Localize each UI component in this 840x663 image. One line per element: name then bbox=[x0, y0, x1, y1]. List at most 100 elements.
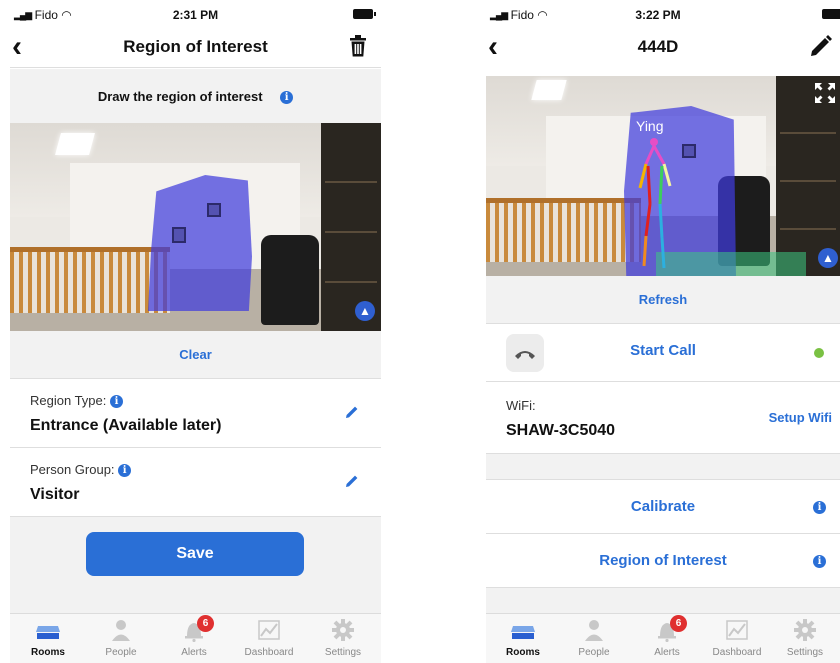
person-group-label: Person Group: bbox=[30, 462, 115, 477]
wall-frame bbox=[682, 144, 696, 158]
railing-top bbox=[10, 247, 170, 252]
status-dot bbox=[814, 348, 824, 358]
info-icon[interactable]: i bbox=[280, 91, 294, 105]
ceiling-light bbox=[55, 133, 95, 155]
tab-label: Settings bbox=[324, 647, 362, 658]
rooms-icon bbox=[509, 618, 537, 642]
region-type-field-label: Region Type: i bbox=[30, 393, 123, 409]
stair-railing bbox=[10, 251, 170, 313]
person-group-value: Visitor bbox=[30, 486, 80, 503]
navigation-bar: ‹ 444D bbox=[486, 28, 840, 68]
tab-label: Dashboard bbox=[712, 647, 762, 658]
calibrate-button: Calibrate bbox=[630, 498, 696, 515]
info-icon[interactable]: i bbox=[813, 501, 826, 514]
tab-rooms[interactable]: Rooms bbox=[488, 618, 558, 658]
railing-top bbox=[486, 198, 641, 203]
tab-dashboard[interactable]: Dashboard bbox=[702, 618, 772, 658]
clear-button[interactable]: Clear bbox=[10, 347, 381, 362]
section-spacer bbox=[486, 588, 840, 613]
tab-bar: Rooms People 6 Alerts Dashboard Settings bbox=[486, 613, 840, 663]
tab-rooms[interactable]: Rooms bbox=[13, 618, 83, 658]
region-of-interest-row[interactable]: Region of Interest i bbox=[486, 534, 840, 588]
tab-dashboard[interactable]: Dashboard bbox=[234, 618, 304, 658]
start-call-button: Start Call bbox=[630, 342, 696, 359]
camera-view[interactable]: ▲ bbox=[10, 123, 381, 331]
refresh-button[interactable]: Refresh bbox=[486, 292, 840, 307]
page-title: Region of Interest bbox=[123, 37, 268, 56]
status-bar: ▂▄▆ Fido ◠ 3:22 PM bbox=[486, 0, 840, 28]
stair-railing bbox=[486, 202, 641, 262]
alerts-badge: 6 bbox=[197, 615, 214, 632]
person-group-row[interactable]: Person Group: i Visitor bbox=[10, 448, 381, 517]
tab-label: Alerts bbox=[181, 647, 207, 658]
wifi-row: WiFi: SHAW-3C5040 Setup Wifi bbox=[486, 382, 840, 454]
tab-label: People bbox=[105, 647, 137, 658]
battery-icon bbox=[353, 9, 376, 19]
page-title: 444D bbox=[637, 37, 679, 56]
people-icon bbox=[109, 618, 133, 642]
rooms-icon bbox=[34, 618, 62, 642]
wifi-label: WiFi: bbox=[506, 398, 536, 413]
setup-wifi-button[interactable]: Setup Wifi bbox=[769, 410, 832, 425]
tab-people[interactable]: People bbox=[86, 618, 156, 658]
region-type-label: Region Type: bbox=[30, 393, 107, 408]
calibrate-row[interactable]: Calibrate i bbox=[486, 480, 840, 534]
battery-icon bbox=[822, 9, 840, 19]
save-area: Save bbox=[10, 517, 381, 613]
tab-alerts[interactable]: 6 Alerts bbox=[632, 615, 702, 658]
person-group-field-label: Person Group: i bbox=[30, 462, 132, 478]
brand-logo-icon: ▲ bbox=[818, 248, 838, 268]
tab-bar: Rooms People 6 Alerts Dashboard Settings bbox=[10, 613, 381, 663]
tab-people[interactable]: People bbox=[559, 618, 629, 658]
ceiling-light bbox=[531, 80, 567, 100]
pencil-icon[interactable] bbox=[810, 35, 832, 62]
section-spacer bbox=[486, 454, 840, 480]
gear-icon bbox=[793, 618, 817, 642]
region-type-value: Entrance (Available later) bbox=[30, 417, 222, 434]
trash-icon[interactable] bbox=[349, 35, 367, 62]
region-of-interest-button: Region of Interest bbox=[599, 552, 727, 569]
tab-label: Dashboard bbox=[244, 647, 294, 658]
status-bar: ▂▄▆ Fido ◠ 2:31 PM bbox=[10, 0, 381, 28]
room-detail-screen: ▂▄▆ Fido ◠ 3:22 PM ‹ 444D Ying ▲ Refresh… bbox=[486, 0, 840, 663]
info-icon[interactable]: i bbox=[813, 555, 826, 568]
wifi-network: SHAW-3C5040 bbox=[506, 422, 616, 439]
wall-frame bbox=[207, 203, 221, 217]
refresh-bar: Refresh bbox=[486, 276, 840, 324]
door-frame bbox=[172, 227, 186, 243]
region-of-interest-screen: ▂▄▆ Fido ◠ 2:31 PM ‹ Region of Interest … bbox=[10, 0, 381, 663]
clock: 3:22 PM bbox=[635, 8, 681, 22]
region-type-row[interactable]: Region Type: i Entrance (Available later… bbox=[10, 379, 381, 448]
clear-bar: Clear bbox=[10, 331, 381, 379]
pencil-icon[interactable] bbox=[345, 405, 359, 424]
navigation-bar: ‹ Region of Interest bbox=[10, 28, 381, 68]
pencil-icon[interactable] bbox=[345, 474, 359, 493]
tab-alerts[interactable]: 6 Alerts bbox=[159, 615, 229, 658]
tab-settings[interactable]: Settings bbox=[770, 618, 840, 658]
tab-label: Alerts bbox=[654, 647, 680, 658]
instruction-text: Draw the region of interest bbox=[97, 89, 263, 104]
info-icon[interactable]: i bbox=[118, 464, 132, 478]
bookshelf bbox=[321, 123, 381, 331]
gear-icon bbox=[331, 618, 355, 642]
save-button[interactable]: Save bbox=[86, 532, 304, 576]
clock: 2:31 PM bbox=[172, 8, 219, 22]
instruction-bar: Draw the region of interest i bbox=[10, 69, 381, 123]
region-overlay[interactable] bbox=[148, 175, 252, 311]
chart-icon bbox=[257, 618, 281, 642]
tab-settings[interactable]: Settings bbox=[308, 618, 378, 658]
tab-label: Rooms bbox=[506, 647, 540, 658]
tab-label: Rooms bbox=[31, 647, 65, 658]
person-skeleton bbox=[638, 138, 672, 269]
office-chair bbox=[261, 235, 319, 325]
start-call-row[interactable]: Start Call bbox=[486, 324, 840, 382]
camera-view[interactable]: Ying ▲ bbox=[486, 76, 840, 276]
chart-icon bbox=[725, 618, 749, 642]
expand-icon[interactable] bbox=[814, 82, 836, 109]
person-name-label: Ying bbox=[636, 118, 664, 134]
people-icon bbox=[582, 618, 606, 642]
tab-label: People bbox=[578, 647, 610, 658]
alerts-badge: 6 bbox=[670, 615, 687, 632]
tab-label: Settings bbox=[786, 647, 824, 658]
info-icon[interactable]: i bbox=[110, 395, 123, 409]
